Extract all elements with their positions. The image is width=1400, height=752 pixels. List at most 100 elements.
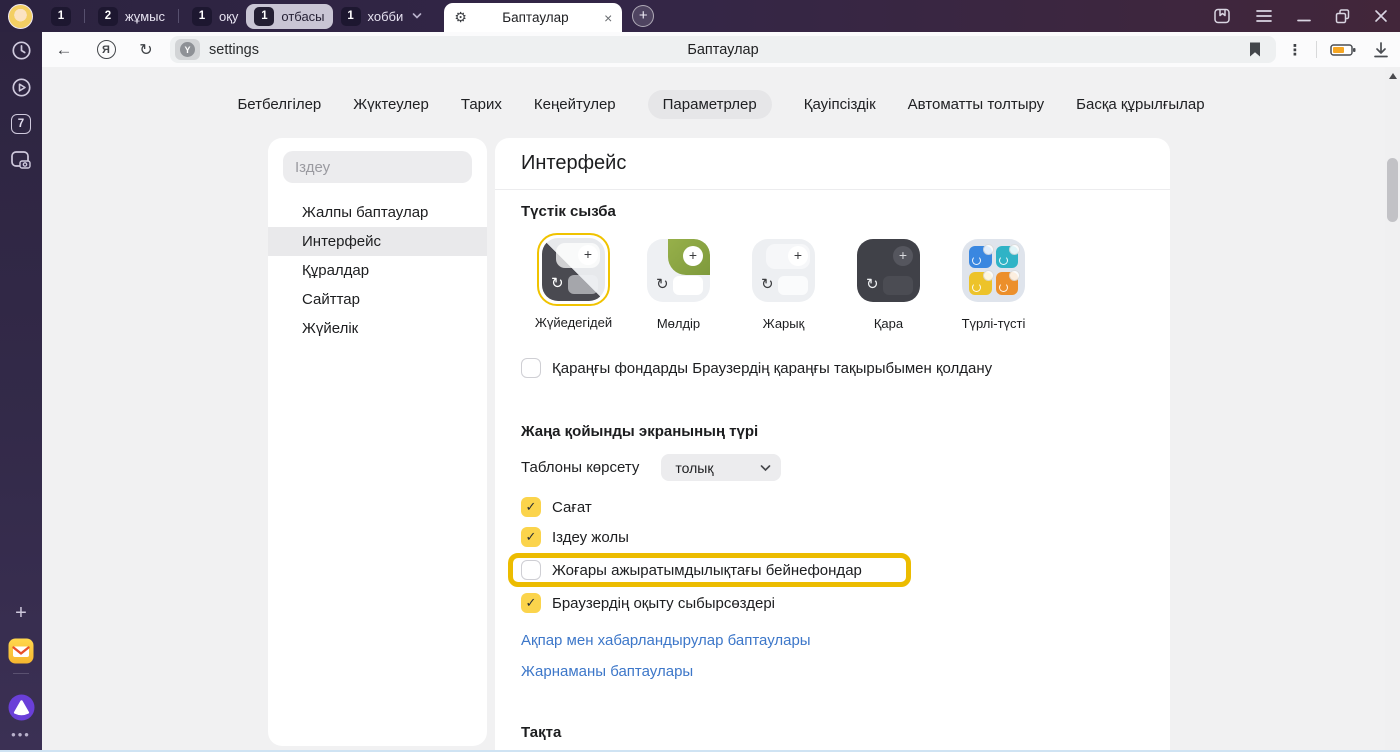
scroll-up-arrow[interactable] (1389, 73, 1397, 79)
tab-group-count: 1 (192, 7, 212, 26)
tab-group-count: 1 (341, 7, 361, 26)
menu-item-interface[interactable]: Интерфейс (268, 227, 487, 256)
page-scrollbar[interactable] (1385, 67, 1400, 752)
screenshot-icon[interactable] (9, 149, 33, 173)
refresh-icon: ↻ (866, 275, 879, 293)
menu-item-system[interactable]: Жүйелік (268, 314, 487, 343)
downloads-icon[interactable] (1368, 32, 1394, 67)
tab-strip: 1 2 жұмыс 1 оқу 1 отбасы 1 хобби ⚙ Бапта… (0, 0, 1400, 32)
menu-icon[interactable] (1255, 9, 1273, 23)
new-tab-section-title: Жаңа қойынды экранының түрі (521, 423, 1144, 440)
clock-checkbox[interactable]: ✓ (521, 497, 541, 517)
search-bar-option: ✓ Іздеу жолы (521, 522, 1144, 552)
feed-notifications-settings-link[interactable]: Ақпар мен хабарландырулар баптаулары (521, 632, 811, 649)
settings-top-nav: Бетбелгілер Жүктеулер Тарих Кеңейтулер П… (42, 90, 1400, 119)
bookmark-icon[interactable] (1248, 41, 1262, 58)
plus-icon: + (788, 246, 808, 266)
new-tab-button[interactable]: + (632, 5, 654, 27)
protect-badge[interactable]: Y (175, 39, 200, 60)
close-window-button[interactable] (1374, 9, 1388, 23)
address-bar-row: ← Я ↻ Y settings Баптаулар ⋮ (42, 32, 1400, 67)
video-backgrounds-checkbox[interactable] (521, 560, 541, 580)
browser-sidebar: 7 + ••• (0, 32, 42, 750)
close-tab-icon[interactable]: × (604, 10, 612, 26)
tab-downloads[interactable]: Жүктеулер (353, 96, 429, 113)
theme-tile (673, 276, 703, 295)
mail-icon[interactable] (9, 639, 33, 663)
protect-icon: Y (180, 42, 195, 57)
yandex-home-button[interactable]: Я (94, 32, 118, 67)
tab-group-label: отбасы (281, 9, 324, 24)
tableau-value: толық (675, 460, 713, 476)
settings-menu: Жалпы баптаулар Интерфейс Құралдар Сайтт… (268, 198, 487, 343)
settings-search-input[interactable] (283, 151, 472, 183)
ads-settings-link[interactable]: Жарнаманы баптаулары (521, 663, 693, 680)
tab-extensions[interactable]: Кеңейтулер (534, 96, 616, 113)
tab-group-label: жұмыс (125, 9, 165, 24)
theme-card-transparent[interactable]: + ↻ (642, 233, 716, 307)
tab-history[interactable]: Тарих (461, 96, 502, 113)
refresh-icon: ↻ (761, 275, 774, 293)
dark-background-option: Қараңғы фондарды Браузердің қараңғы тақы… (521, 353, 1144, 383)
scrollbar-thumb[interactable] (1387, 158, 1398, 222)
search-bar-checkbox[interactable]: ✓ (521, 527, 541, 547)
reload-button[interactable]: ↻ (134, 32, 158, 67)
history-icon[interactable] (9, 38, 33, 62)
browser-hints-checkbox[interactable]: ✓ (521, 593, 541, 613)
url-text[interactable]: settings (209, 42, 259, 58)
tab-group-count: 1 (254, 7, 274, 26)
tab-group-1[interactable]: 1 (43, 4, 79, 29)
highlight-annotation-box: Жоғары ажыратымдылықтағы бейнефондар (508, 553, 911, 587)
menu-item-tools[interactable]: Құралдар (268, 256, 487, 285)
theme-card-dark[interactable]: + ↻ (852, 233, 926, 307)
gear-icon: ⚙ (454, 9, 467, 26)
more-options-icon[interactable]: ••• (11, 727, 31, 742)
tab-security[interactable]: Қауіпсіздік (804, 96, 876, 113)
tab-group-study[interactable]: 1 оқу (184, 4, 246, 29)
tableau-select[interactable]: толық (661, 454, 781, 481)
tab-other-devices[interactable]: Басқа құрылғылар (1076, 96, 1204, 113)
theme-card-system-selected[interactable]: + ↻ (537, 233, 610, 306)
clock-option: ✓ Сағат (521, 492, 1144, 522)
tab-bookmarks[interactable]: Бетбелгілер (237, 96, 321, 113)
active-tab-settings[interactable]: ⚙ Баптаулар × (444, 3, 622, 32)
video-player-icon[interactable] (9, 75, 33, 99)
dark-background-checkbox[interactable] (521, 358, 541, 378)
menu-item-sites[interactable]: Сайттар (268, 285, 487, 314)
extensions-menu-icon[interactable]: ⋮ (1284, 32, 1306, 67)
theme-card-light[interactable]: + ↻ (747, 233, 821, 307)
tabs-count-badge[interactable]: 7 (9, 112, 33, 136)
settings-menu-panel: Жалпы баптаулар Интерфейс Құралдар Сайтт… (268, 138, 487, 746)
tab-group-family-selected[interactable]: 1 отбасы (246, 4, 332, 29)
plus-icon: + (578, 245, 598, 265)
add-panel-icon[interactable]: + (9, 602, 33, 626)
tab-autofill[interactable]: Автоматты толтыру (908, 96, 1045, 113)
video-backgrounds-label: Жоғары ажыратымдылықтағы бейнефондар (552, 562, 862, 579)
page-title: Баптаулар (170, 42, 1276, 58)
side-panels-icon[interactable] (1213, 7, 1231, 25)
menu-item-general[interactable]: Жалпы баптаулар (268, 198, 487, 227)
tab-group-work[interactable]: 2 жұмыс (90, 4, 173, 29)
alice-assistant-icon[interactable] (9, 695, 33, 719)
browser-hints-option: ✓ Браузердің оқыту сыбырсөздері (521, 588, 1144, 618)
theme-label: Түрлі-түсті (962, 316, 1026, 331)
restore-button[interactable] (1335, 9, 1350, 24)
chevron-down-icon (760, 464, 771, 472)
omnibox[interactable]: Y settings Баптаулар (170, 36, 1276, 63)
theme-label: Қара (874, 316, 903, 331)
section-header: Интерфейс (495, 138, 1170, 190)
back-button[interactable]: ← (52, 32, 76, 67)
minimize-button[interactable] (1297, 10, 1311, 22)
battery-saver-icon[interactable] (1326, 32, 1360, 67)
tab-settings[interactable]: Параметрлер (648, 90, 772, 119)
theme-card-colorful[interactable] (957, 233, 1031, 307)
theme-cards: + ↻ Жүйедегідей + ↻ (521, 233, 1144, 331)
theme-label: Жарық (763, 316, 805, 331)
profile-avatar[interactable] (8, 4, 33, 29)
mini-theme-orange (996, 272, 1019, 295)
mini-theme-yellow (969, 272, 992, 295)
tab-group-hobby[interactable]: 1 хобби (333, 4, 431, 29)
search-bar-label: Іздеу жолы (552, 529, 629, 546)
mini-theme-teal (996, 246, 1019, 269)
board-section-title: Тақта (521, 724, 1144, 741)
